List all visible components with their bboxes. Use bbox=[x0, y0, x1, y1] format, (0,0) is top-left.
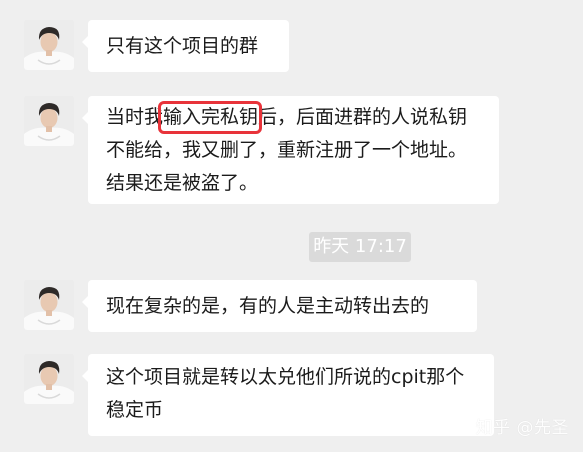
avatar-icon bbox=[24, 20, 74, 70]
chat-screen: 只有这个项目的群 当时我输入完私钥后，后面进群的人说私钥不能给，我又删了，重新注… bbox=[0, 0, 583, 452]
message-text: 这个项目就是转以太兑他们所说的cpit那个稳定币 bbox=[106, 366, 465, 421]
highlighted-text: 输入完私钥 bbox=[158, 101, 263, 134]
avatar[interactable] bbox=[24, 20, 74, 70]
message-bubble[interactable]: 当时我输入完私钥后，后面进群的人说私钥不能给，我又删了，重新注册了一个地址。结果… bbox=[82, 96, 499, 204]
message-text: 只有这个项目的群 bbox=[106, 35, 259, 57]
message-bubble[interactable]: 只有这个项目的群 bbox=[82, 20, 289, 72]
message-text-before: 当时我 bbox=[106, 106, 164, 128]
timestamp: 昨天 17:17 bbox=[309, 232, 411, 262]
avatar-icon bbox=[24, 96, 74, 146]
avatar-icon bbox=[24, 280, 74, 330]
avatar-icon bbox=[24, 354, 74, 404]
avatar[interactable] bbox=[24, 354, 74, 404]
avatar[interactable] bbox=[24, 96, 74, 146]
message-bubble[interactable]: 现在复杂的是，有的人是主动转出去的 bbox=[82, 280, 477, 332]
avatar[interactable] bbox=[24, 280, 74, 330]
watermark: 知乎 @先圣 bbox=[475, 418, 569, 438]
message-text: 现在复杂的是，有的人是主动转出去的 bbox=[106, 295, 430, 317]
message-bubble[interactable]: 这个项目就是转以太兑他们所说的cpit那个稳定币 bbox=[82, 354, 494, 436]
